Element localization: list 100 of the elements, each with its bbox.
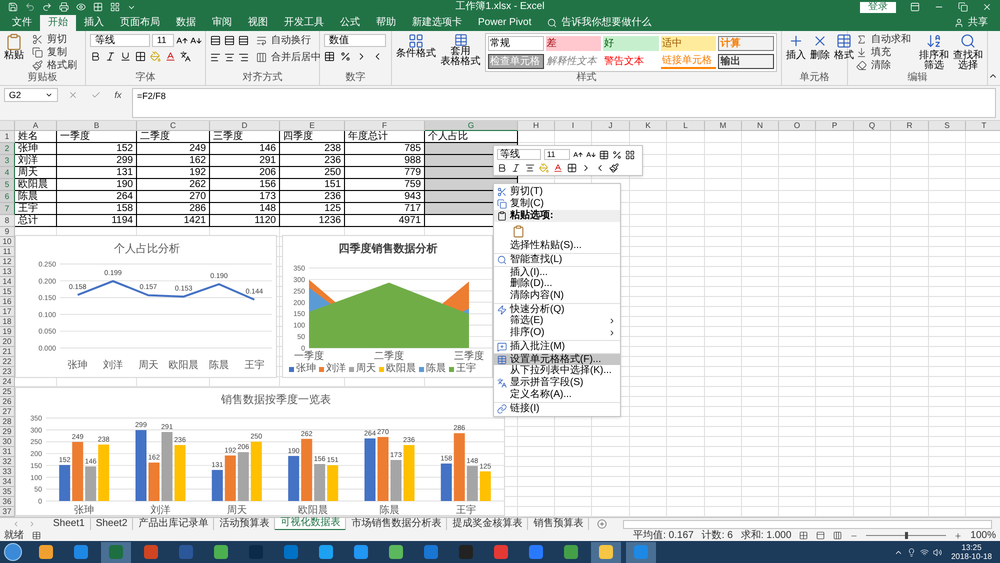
row-header[interactable]: 9: [0, 227, 15, 237]
menu-item[interactable]: 排序(O): [494, 327, 620, 339]
ribbon-tab[interactable]: 插入: [76, 15, 112, 31]
row-header[interactable]: 33: [0, 467, 15, 477]
font-size-select[interactable]: 11: [544, 149, 570, 160]
row-header[interactable]: 24: [0, 377, 15, 387]
ribbon-tab[interactable]: 视图: [240, 15, 276, 31]
cells-button[interactable]: 插入: [786, 33, 806, 61]
font-name-select[interactable]: 等线: [90, 34, 150, 47]
merge-center-button[interactable]: 合并后居中: [252, 51, 325, 64]
ribbon-tab[interactable]: 数据: [168, 15, 204, 31]
row-header[interactable]: 10: [0, 237, 15, 247]
row-header[interactable]: 34: [0, 477, 15, 487]
column-header[interactable]: F: [345, 121, 425, 131]
menu-item[interactable]: 显示拼音字段(S): [494, 377, 620, 389]
cell-style[interactable]: 警告文本: [603, 54, 659, 69]
column-header[interactable]: O: [779, 121, 816, 131]
insert-function-button[interactable]: fx: [114, 90, 122, 100]
row-header[interactable]: 16: [0, 297, 15, 307]
row-header[interactable]: 17: [0, 307, 15, 317]
column-header[interactable]: L: [667, 121, 705, 131]
ribbon-tab[interactable]: 帮助: [368, 15, 404, 31]
menu-item[interactable]: 剪切(T): [494, 186, 620, 198]
conditional-format-button[interactable]: 条件格式: [396, 33, 436, 59]
format-painter-button[interactable]: 格式刷: [28, 59, 81, 72]
row-header[interactable]: 32: [0, 457, 15, 467]
cell-style[interactable]: 差: [546, 36, 602, 51]
row-header[interactable]: 11: [0, 247, 15, 257]
column-header[interactable]: H: [518, 121, 555, 131]
paste-button[interactable]: 粘贴: [4, 33, 24, 61]
row-header[interactable]: 37: [0, 507, 15, 517]
menu-item[interactable]: 快速分析(Q): [494, 303, 620, 315]
row-header[interactable]: 21: [0, 347, 15, 357]
column-header[interactable]: D: [210, 121, 280, 131]
find-select-button[interactable]: 查找和选择: [953, 33, 983, 71]
row-header[interactable]: 36: [0, 497, 15, 507]
row-header[interactable]: 25: [0, 387, 15, 397]
column-header[interactable]: T: [966, 121, 1000, 131]
cell-style[interactable]: 解释性文本: [546, 54, 602, 69]
row-header[interactable]: 13: [0, 267, 15, 277]
ribbon-tab[interactable]: 页面布局: [112, 15, 168, 31]
font-size-select[interactable]: 11: [152, 34, 174, 47]
cells-button[interactable]: 删除: [810, 33, 830, 61]
ribbon-tab[interactable]: 公式: [332, 15, 368, 31]
name-box[interactable]: G2: [4, 88, 58, 102]
menu-item[interactable]: 链接(I): [494, 402, 620, 414]
row-header[interactable]: 2: [0, 143, 15, 155]
formula-field[interactable]: =F2/F8: [132, 88, 996, 118]
column-header[interactable]: A: [15, 121, 57, 131]
column-header[interactable]: P: [816, 121, 854, 131]
row-header[interactable]: 30: [0, 437, 15, 447]
row-header[interactable]: 29: [0, 427, 15, 437]
column-header[interactable]: J: [592, 121, 630, 131]
column-header[interactable]: N: [742, 121, 779, 131]
row-header[interactable]: 18: [0, 317, 15, 327]
column-header[interactable]: G: [425, 121, 518, 131]
column-header[interactable]: K: [630, 121, 667, 131]
row-header[interactable]: 1: [0, 131, 15, 143]
row-header[interactable]: 19: [0, 327, 15, 337]
row-header[interactable]: 12: [0, 257, 15, 267]
column-header[interactable]: S: [929, 121, 966, 131]
column-header[interactable]: I: [555, 121, 592, 131]
fill-button[interactable]: 填充: [852, 46, 915, 59]
column-header[interactable]: M: [705, 121, 742, 131]
clear-button[interactable]: 清除: [852, 59, 915, 72]
sort-filter-button[interactable]: 排序和筛选: [919, 33, 949, 71]
share-button[interactable]: 共享: [954, 15, 988, 31]
table-format-button[interactable]: 套用 表格格式: [440, 33, 481, 67]
menu-item[interactable]: 定义名称(A)...: [494, 389, 620, 401]
cell-style[interactable]: 输出: [718, 54, 774, 69]
menu-item[interactable]: 选择性粘贴(S)...: [494, 240, 620, 252]
ribbon-tab[interactable]: 审阅: [204, 15, 240, 31]
row-header[interactable]: 23: [0, 367, 15, 377]
copy-button[interactable]: 复制: [28, 46, 81, 59]
menu-item[interactable]: 从下拉列表中选择(K)...: [494, 365, 620, 377]
row-header[interactable]: 28: [0, 417, 15, 427]
column-header[interactable]: B: [57, 121, 137, 131]
row-header[interactable]: 14: [0, 277, 15, 287]
cut-button[interactable]: 剪切: [28, 33, 81, 46]
column-header[interactable]: R: [891, 121, 929, 131]
ribbon-tab[interactable]: 开始: [40, 15, 76, 31]
menu-item[interactable]: 删除(D)...: [494, 278, 620, 290]
row-header[interactable]: 35: [0, 487, 15, 497]
cell-style[interactable]: 常规: [488, 36, 544, 51]
column-header[interactable]: E: [280, 121, 345, 131]
ribbon-tab[interactable]: 新建选项卡: [404, 15, 470, 31]
menu-item[interactable]: 设置单元格格式(F)...: [494, 353, 620, 365]
menu-item[interactable]: 插入(I)...: [494, 266, 620, 278]
menu-item[interactable]: 清除内容(N): [494, 290, 620, 302]
ribbon-tab[interactable]: Power Pivot: [470, 15, 540, 31]
row-header[interactable]: 27: [0, 407, 15, 417]
column-header[interactable]: C: [137, 121, 210, 131]
ribbon-tab[interactable]: 文件: [4, 15, 40, 31]
column-header[interactable]: Q: [854, 121, 891, 131]
row-header[interactable]: 22: [0, 357, 15, 367]
row-header[interactable]: 7: [0, 203, 15, 215]
cell-style[interactable]: 适中: [660, 36, 716, 51]
number-format-select[interactable]: 数值: [324, 34, 386, 47]
sheet-tab[interactable]: 可视化数据表: [275, 518, 346, 530]
row-header[interactable]: 4: [0, 167, 15, 179]
